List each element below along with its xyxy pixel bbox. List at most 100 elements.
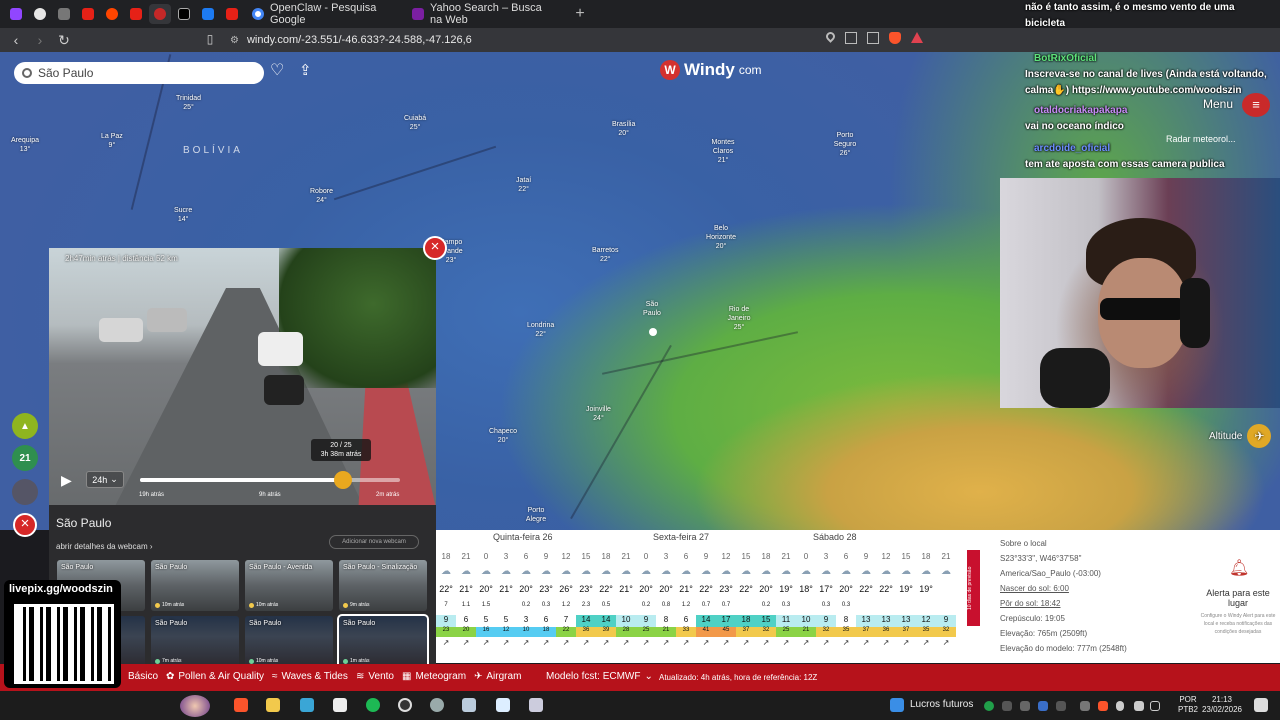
status-dot <box>249 602 254 608</box>
webcam-thumbnail[interactable]: São Paulo 1m atrás <box>337 614 429 669</box>
brave-rewards-icon[interactable] <box>911 32 923 43</box>
side-layer-button[interactable]: 21 <box>12 445 38 471</box>
bookmark-icon[interactable]: ▯ <box>200 32 220 46</box>
site-info-icon[interactable]: ⚙ <box>230 35 239 46</box>
webcam-thumbnail[interactable]: São Paulo 7m atrás <box>151 616 239 667</box>
menu-basic[interactable]: Básico <box>128 671 158 682</box>
tray-icon[interactable] <box>1080 701 1090 711</box>
forecast-gust-value: 36 <box>576 627 596 637</box>
volume-icon[interactable] <box>1134 701 1144 711</box>
webcam-thumbnail[interactable]: São Paulo - Avenida 10m atrás <box>245 560 333 611</box>
pinned-tab[interactable] <box>173 4 195 24</box>
keyboard-language[interactable]: POR PTB2 <box>1178 695 1198 715</box>
microphone-icon[interactable] <box>1116 701 1124 711</box>
pinned-tab[interactable] <box>149 4 171 24</box>
forecast-temp: 20° <box>479 584 493 594</box>
pinned-tab[interactable] <box>77 4 99 24</box>
calculator-icon[interactable] <box>529 698 543 712</box>
pinned-tab[interactable] <box>29 4 51 24</box>
fire-layer-button[interactable]: ▲ <box>12 413 38 439</box>
tray-icon[interactable] <box>1020 701 1030 711</box>
pinned-tab[interactable] <box>197 4 219 24</box>
tab-yahoo[interactable]: Yahoo Search – Busca na Web <box>404 2 564 26</box>
model-select[interactable]: Modelo fcst: ECMWF ⌄ <box>546 671 653 682</box>
cloud-icon: ☁ <box>721 566 731 577</box>
spotify-icon[interactable] <box>366 698 380 712</box>
timeline-slider[interactable] <box>140 471 400 489</box>
menu-meteogram[interactable]: ▦ Meteogram <box>402 671 466 682</box>
brave-shield-icon[interactable] <box>889 32 901 44</box>
pinned-tab[interactable] <box>101 4 123 24</box>
bluesky-icon <box>202 8 214 20</box>
clock[interactable]: 21:13 23/02/2026 <box>1200 695 1244 715</box>
terminal-icon[interactable] <box>333 698 347 712</box>
pinned-tab[interactable] <box>53 4 75 24</box>
tray-icon[interactable] <box>984 701 994 711</box>
tray-icon[interactable] <box>1038 701 1048 711</box>
pinned-tab[interactable] <box>5 4 27 24</box>
edit-icon[interactable] <box>300 698 314 712</box>
news-icon[interactable] <box>890 698 904 712</box>
tray-icon[interactable] <box>1056 701 1066 711</box>
satellite-layer-button[interactable] <box>12 479 38 505</box>
news-widget[interactable]: Lucros futuros <box>910 699 973 710</box>
selected-location-marker[interactable] <box>649 328 657 336</box>
webcam-details-link[interactable]: abrir detalhes da webcam › <box>56 542 153 551</box>
hamburger-menu-icon[interactable]: ≡ <box>1242 93 1270 117</box>
close-popup-button[interactable]: × <box>423 236 447 260</box>
time-range-select[interactable]: 24h ⌄ <box>86 471 124 488</box>
reload-icon[interactable]: ↻ <box>54 32 74 49</box>
youtube-icon <box>226 8 238 20</box>
add-webcam-button[interactable]: Adicionar nova webcam <box>329 535 419 549</box>
forecast-hour: 21 <box>781 552 791 561</box>
favorite-heart-icon[interactable]: ♡ <box>270 62 288 80</box>
tray-icon[interactable] <box>1002 701 1012 711</box>
back-icon[interactable]: ‹ <box>6 32 26 48</box>
pinned-tab[interactable] <box>221 4 243 24</box>
forecast-gust-value: 37 <box>896 627 916 637</box>
webcam-thumbnail[interactable]: São Paulo 10m atrás <box>151 560 239 611</box>
forecast-hour: 6 <box>683 552 689 561</box>
new-tab-button[interactable]: + <box>570 5 590 23</box>
timeline-handle[interactable] <box>333 471 352 489</box>
altitude-control[interactable]: Altitude ✈ <box>1209 424 1272 448</box>
close-webcam-button[interactable]: × <box>13 513 37 537</box>
menu-waves[interactable]: ≈ Waves & Tides <box>272 671 348 682</box>
webcam-image[interactable]: 2h47min atrás | distância 52 km ▶ 24h ⌄ 2… <box>49 248 436 505</box>
windy-logo[interactable]: W Windy com <box>660 60 762 80</box>
obs-icon[interactable] <box>398 698 412 712</box>
forecast-wind-value: 18 <box>736 615 756 627</box>
app-icon[interactable] <box>496 698 510 712</box>
city-label: Barretos 22° <box>592 247 619 263</box>
brave-icon[interactable] <box>234 698 248 712</box>
forecast-wind-value: 11 <box>776 615 796 627</box>
share-icon[interactable]: ⇪ <box>299 62 317 80</box>
forward-icon[interactable]: › <box>30 32 50 48</box>
tab-google[interactable]: OpenClaw - Pesquisa Google <box>244 2 404 26</box>
monitor-icon[interactable] <box>1150 701 1160 711</box>
location-alert[interactable]: 🔔︎ Alerta para este lugar Configure o Wi… <box>1198 560 1278 636</box>
pinned-tab[interactable] <box>125 4 147 24</box>
share-icon[interactable] <box>867 32 879 44</box>
forecast-rain-value: 1.5 <box>481 602 491 608</box>
brave-tray-icon[interactable] <box>1098 701 1108 711</box>
menu-airgram[interactable]: ✈ Airgram <box>474 671 521 682</box>
avatar-icon[interactable] <box>180 695 210 717</box>
cloud-icon: ☁ <box>861 566 871 577</box>
ten-day-forecast-tab[interactable]: 10 dias de previsão <box>967 550 980 626</box>
menu-pollen[interactable]: ✿ Pollen & Air Quality <box>166 671 264 682</box>
forecast-rain-value <box>796 602 816 612</box>
app-icon[interactable] <box>462 698 476 712</box>
webcam-thumbnail[interactable]: São Paulo - Sinalização 9m atrás <box>339 560 427 611</box>
play-icon[interactable]: ▶ <box>61 472 72 489</box>
location-icon[interactable] <box>824 30 837 43</box>
location-search-input[interactable]: São Paulo <box>14 62 264 84</box>
menu-label[interactable]: Menu <box>1203 97 1233 111</box>
notification-icon[interactable] <box>1254 698 1268 712</box>
menu-wind[interactable]: ≋ Vento <box>356 671 394 682</box>
webcam-thumbnail[interactable]: São Paulo 10m atrás <box>245 616 333 667</box>
radar-layer-label[interactable]: Radar meteorol... <box>1166 134 1236 144</box>
folder-icon[interactable] <box>266 698 280 712</box>
app-icon[interactable] <box>430 698 444 712</box>
cast-icon[interactable] <box>845 32 857 44</box>
